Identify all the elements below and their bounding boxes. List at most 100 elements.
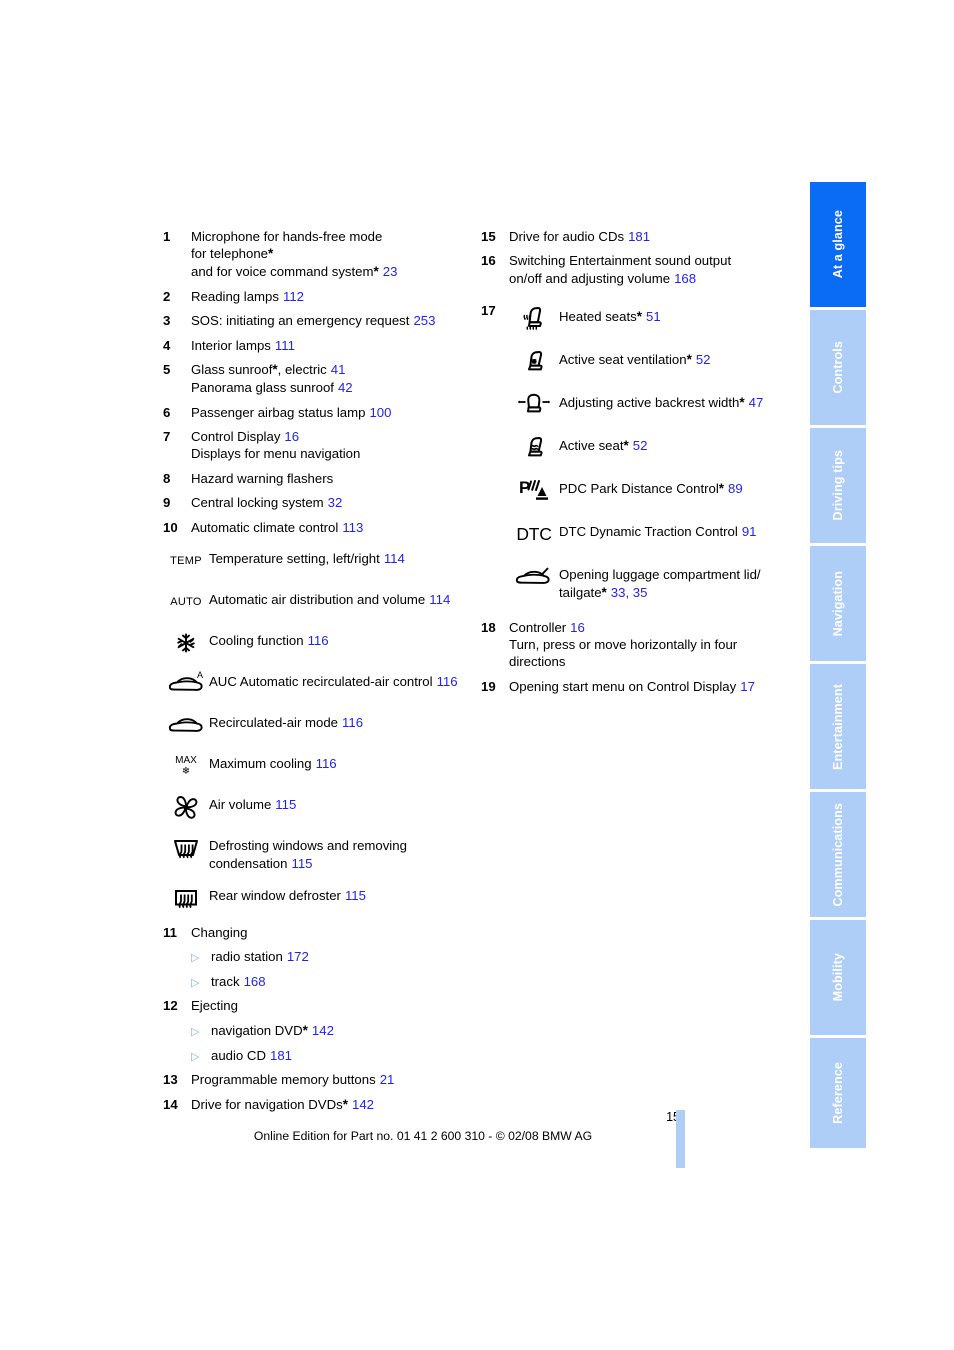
item-number: 8 <box>163 470 171 486</box>
tab-reference[interactable]: Reference <box>810 1038 866 1148</box>
list-item-15: 15 Drive for audio CDs 181 <box>481 228 791 245</box>
page-reference[interactable]: 113 <box>342 520 363 535</box>
page-reference[interactable]: 41 <box>331 362 346 377</box>
tab-navigation[interactable]: Navigation <box>810 546 866 664</box>
item-body: SOS: initiating an emergency request 253 <box>191 312 473 329</box>
page-reference[interactable]: 112 <box>283 289 304 304</box>
page-reference[interactable]: 168 <box>674 271 696 286</box>
tab-label: Communications <box>831 802 846 907</box>
item-line: Automatic climate control 113 <box>191 519 364 535</box>
page-reference[interactable]: 91 <box>742 524 757 539</box>
windshield-defrost-icon <box>163 833 209 863</box>
list-item-19: 19 Opening start menu on Control Display… <box>481 678 791 695</box>
tab-entertainment[interactable]: Entertainment <box>810 664 866 792</box>
item-number: 3 <box>163 313 171 329</box>
page-reference[interactable]: 23 <box>383 264 398 279</box>
list-item: Rear window defroster 115 <box>163 883 473 913</box>
list-item-7: 7 Control Display 16 Displays for menu na… <box>163 428 473 463</box>
list-item: Cooling function 116 <box>163 628 473 658</box>
page-reference[interactable]: 16 <box>570 620 585 635</box>
item-line: Reading lamps 112 <box>191 289 304 305</box>
tab-label: Controls <box>831 341 846 394</box>
page-number: 15 <box>666 1110 680 1124</box>
page-reference[interactable]: 181 <box>270 1048 292 1063</box>
page-reference[interactable]: 114 <box>429 592 450 607</box>
right-column: 15 Drive for audio CDs 181 16 Switching E… <box>481 228 791 702</box>
item-line: Microphone for hands-free mode <box>191 229 383 244</box>
backrest-width-icon <box>509 390 559 420</box>
item-body: Switching Entertainment sound output on/… <box>509 253 732 286</box>
page-reference[interactable]: 181 <box>628 229 650 244</box>
tab-communications[interactable]: Communications <box>810 792 866 920</box>
item-body: Automatic climate control 113 <box>191 519 473 536</box>
icon-label: Recirculated-air mode 116 <box>209 715 364 731</box>
page-reference[interactable]: 52 <box>696 352 711 367</box>
list-item: Air volume 115 <box>163 792 473 822</box>
page-reference[interactable]: 115 <box>291 856 312 871</box>
tab-label: Reference <box>831 1062 846 1124</box>
heated-seat-icon <box>509 304 559 334</box>
tab-driving-tips[interactable]: Driving tips <box>810 428 866 546</box>
page-reference[interactable]: 21 <box>380 1072 395 1087</box>
icon-label: Temperature setting, left/right 114 <box>209 551 405 567</box>
tab-at-a-glance[interactable]: At a glance <box>810 182 866 310</box>
item-number: 7 <box>163 428 171 444</box>
list-item-10: 10 Automatic climate control 113 <box>163 519 473 536</box>
item-number: 13 <box>163 1072 178 1088</box>
item-number: 18 <box>481 619 496 635</box>
item-body: Drive for audio CDs 181 <box>509 229 651 244</box>
item-line: Panorama glass sunroof 42 <box>191 380 353 396</box>
climate-control-icon-list: TEMP Temperature setting, left/right 114 … <box>163 546 473 913</box>
recirculated-air-icon <box>163 710 209 740</box>
list-item: Active seat ventilation* 52 <box>509 347 791 377</box>
page-reference[interactable]: 116 <box>308 633 329 648</box>
list-item-16: 16 Switching Entertainment sound output … <box>481 252 791 287</box>
page-reference[interactable]: 100 <box>369 405 391 420</box>
list-item-4: 4 Interior lamps 111 <box>163 337 473 354</box>
page-reference[interactable]: 115 <box>345 888 366 903</box>
small-snowflake-icon: ❄ <box>181 765 191 777</box>
page-reference[interactable]: 51 <box>646 309 661 324</box>
item-number: 1 <box>163 229 171 244</box>
page-reference[interactable]: 16 <box>284 429 299 444</box>
page-reference[interactable]: 111 <box>275 338 295 353</box>
page-reference[interactable]: 168 <box>244 974 266 989</box>
page-reference[interactable]: 142 <box>352 1097 374 1112</box>
triangle-bullet-icon: ▷ <box>191 976 200 989</box>
page-reference[interactable]: 253 <box>413 313 435 328</box>
tab-controls[interactable]: Controls <box>810 310 866 428</box>
tab-label: Navigation <box>831 570 846 637</box>
page-reference[interactable]: 142 <box>312 1023 334 1038</box>
tab-label: Mobility <box>831 953 846 1002</box>
page-reference[interactable]: 52 <box>633 438 648 453</box>
icon-label: Active seat ventilation* 52 <box>559 352 711 368</box>
page-reference[interactable]: 116 <box>437 674 458 689</box>
page-reference[interactable]: 89 <box>728 481 743 496</box>
sub-item: ▷ radio station 172 <box>191 949 309 965</box>
page-reference[interactable]: 32 <box>328 495 343 510</box>
item-number: 10 <box>163 519 178 535</box>
seat-ventilation-icon <box>509 347 559 377</box>
page-reference[interactable]: 115 <box>275 797 296 812</box>
page-reference[interactable]: 116 <box>316 756 337 771</box>
item-number: 14 <box>163 1096 178 1112</box>
item-line: Hazard warning flashers <box>191 470 334 486</box>
item-line: and for voice command system* 23 <box>191 264 398 280</box>
auto-label-icon: AUTO <box>170 595 202 608</box>
icon-label: DTC Dynamic Traction Control 91 <box>559 524 757 540</box>
section-tab-strip: At a glance Controls Driving tips Naviga… <box>810 182 866 1167</box>
page-reference[interactable]: 47 <box>749 395 764 410</box>
icon-label: Defrosting windows and removing condensa… <box>209 838 407 871</box>
page-reference[interactable]: 116 <box>342 715 363 730</box>
tab-mobility[interactable]: Mobility <box>810 920 866 1038</box>
list-item-5: 5 Glass sunroof*, electric 41 Panorama gl… <box>163 361 473 396</box>
page-reference[interactable]: 17 <box>740 679 755 694</box>
page-reference[interactable]: 114 <box>384 551 405 566</box>
asterisk-marker: * <box>718 481 725 497</box>
page-reference[interactable]: 172 <box>287 949 309 964</box>
list-item: A AUC Automatic recirculated-air control… <box>163 669 473 699</box>
page-reference[interactable]: 42 <box>338 380 353 395</box>
item-number: 11 <box>163 924 177 940</box>
item-body: Hazard warning flashers <box>191 470 473 487</box>
page-reference[interactable]: 33, 35 <box>611 585 648 600</box>
